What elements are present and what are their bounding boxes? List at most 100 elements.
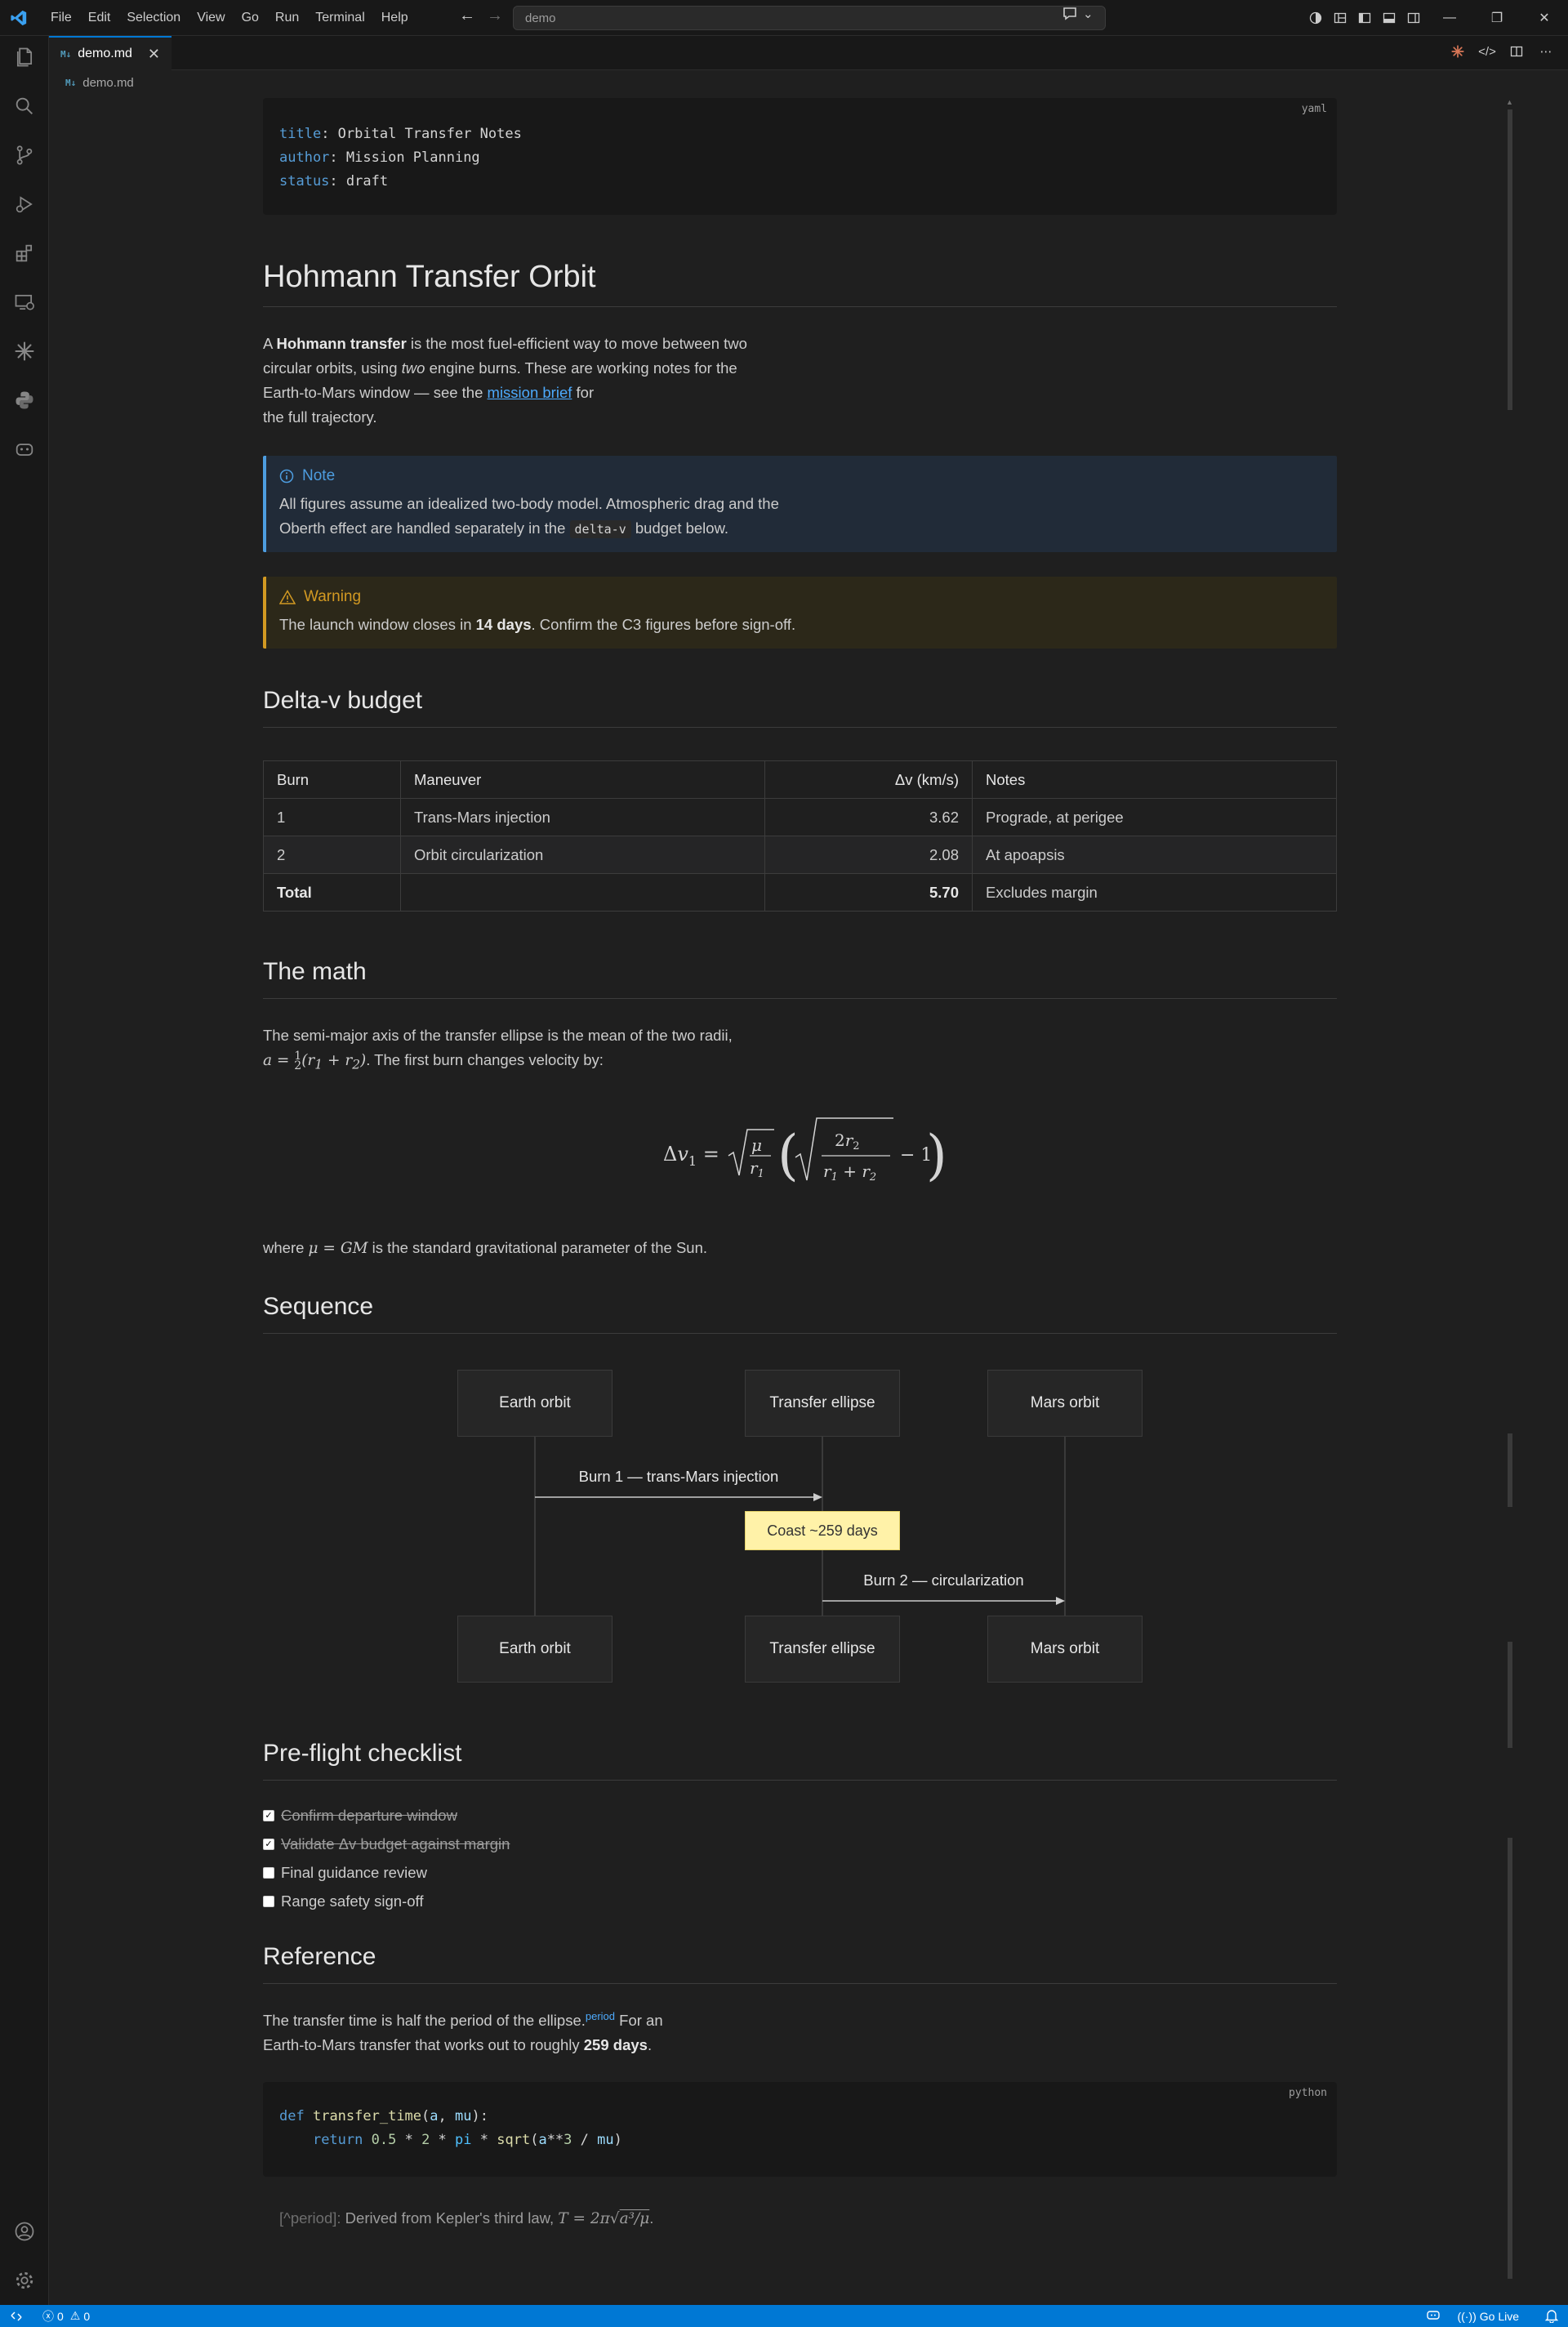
table-cell <box>400 873 765 912</box>
copilot-status-icon[interactable] <box>1426 2309 1441 2323</box>
warning-body: The launch window closes in 14 days. Con… <box>279 616 796 633</box>
close-window-icon[interactable]: ✕ <box>1521 0 1568 36</box>
checklist-label: Final guidance review <box>281 1864 427 1882</box>
delta-v-equation: Δv1 = μ r1 ( 2r2 r1 + r2 − 1 ) <box>263 1090 1337 1213</box>
back-arrow-icon[interactable]: ← <box>459 7 475 25</box>
menu-file[interactable]: File <box>42 7 80 29</box>
breadcrumb-file[interactable]: demo.md <box>82 76 134 90</box>
message-burn-2: Burn 2 — circularization <box>863 1571 1024 1589</box>
frontmatter-block: yaml title: Orbital Transfer Notes autho… <box>263 98 1337 215</box>
checklist-item: ✓ Validate Δv budget against margin <box>263 1830 1337 1859</box>
code-line: return 0.5 * 2 * pi * sqrt(a**3 / mu) <box>312 2131 622 2148</box>
scroll-marker <box>1508 1433 1512 1507</box>
warning-count: 0 <box>83 2309 91 2323</box>
search-icon[interactable] <box>11 93 38 119</box>
problems-indicator[interactable]: ⓧ 0 ⚠ 0 <box>42 2308 90 2325</box>
bell-icon[interactable] <box>1544 2308 1559 2325</box>
participant-mars-orbit-bottom: Mars orbit <box>987 1615 1143 1683</box>
claude-spark-action-icon[interactable] <box>1449 42 1467 60</box>
note-body: All figures assume an idealized two-body… <box>279 495 779 538</box>
toggle-panel-icon[interactable] <box>1377 6 1401 30</box>
note-title: Note <box>302 467 336 484</box>
close-icon[interactable]: ✕ <box>148 46 160 63</box>
warning-icon <box>279 590 296 604</box>
table-cell: 2 <box>263 836 401 874</box>
claude-spark-icon[interactable] <box>11 338 38 364</box>
python-icon[interactable] <box>11 387 38 413</box>
scroll-marker <box>1508 1642 1512 1748</box>
table-cell: 5.70 <box>764 873 973 912</box>
menu-help[interactable]: Help <box>373 7 416 29</box>
heading-delta-v: Delta-v budget <box>263 684 1337 728</box>
table-cell: Excludes margin <box>972 873 1337 912</box>
remote-explorer-icon[interactable] <box>11 289 38 315</box>
checklist-label: Confirm departure window <box>281 1807 457 1825</box>
markdown-preview: yaml title: Orbital Transfer Notes autho… <box>49 91 1535 2305</box>
preview-content: yaml title: Orbital Transfer Notes autho… <box>263 91 1337 2231</box>
svg-text:r1 + r2: r1 + r2 <box>823 1161 876 1184</box>
checkbox-unchecked[interactable] <box>263 1867 274 1879</box>
restore-icon[interactable]: ❐ <box>1473 0 1521 36</box>
python-code-block: python def transfer_time(a, mu): return … <box>263 2081 1337 2177</box>
menu-selection[interactable]: Selection <box>118 7 189 29</box>
sequence-diagram: Earth orbit Transfer ellipse Mars orbit … <box>263 1334 1337 1726</box>
accounts-shield-icon[interactable] <box>1303 6 1328 30</box>
semi-major-axis-formula: a = 1 2(r1 + r2) <box>263 1050 367 1072</box>
tab-demo-md[interactable]: M↓ demo.md ✕ <box>49 36 172 70</box>
table-cell: Total <box>263 873 401 912</box>
footnote-ref-link[interactable]: period <box>586 2010 615 2022</box>
breadcrumb: M↓ demo.md <box>65 74 134 91</box>
vertical-scrollbar[interactable]: ▲ <box>1506 98 1516 2295</box>
scroll-marker <box>1508 1838 1512 2279</box>
open-source-icon[interactable]: </> <box>1478 42 1496 60</box>
table-cell: 1 <box>263 798 401 836</box>
explorer-icon[interactable] <box>11 44 38 70</box>
participant-mars-orbit: Mars orbit <box>987 1369 1143 1437</box>
gear-icon[interactable] <box>11 2267 38 2294</box>
menu-go[interactable]: Go <box>234 7 267 29</box>
scroll-up-icon[interactable]: ▲ <box>1506 98 1516 106</box>
more-actions-icon[interactable]: ⋯ <box>1537 42 1555 60</box>
run-debug-icon[interactable] <box>11 191 38 217</box>
menu-run[interactable]: Run <box>267 7 307 29</box>
inline-code: delta-v <box>569 520 631 538</box>
heading-sequence: Sequence <box>263 1291 1337 1334</box>
chevron-down-icon: ⌄ <box>1083 7 1094 21</box>
menu-edit[interactable]: Edit <box>80 7 119 29</box>
checkbox-checked[interactable]: ✓ <box>263 1810 274 1822</box>
checkbox-checked[interactable]: ✓ <box>263 1839 274 1851</box>
code-lang-label: python <box>1289 2086 1327 2099</box>
menu-view[interactable]: View <box>189 7 233 29</box>
command-center-search[interactable]: demo <box>513 6 1106 30</box>
account-icon[interactable] <box>11 2218 38 2245</box>
menu-terminal[interactable]: Terminal <box>307 7 372 29</box>
toggle-primary-sidebar-icon[interactable] <box>1352 6 1377 30</box>
checklist-item: Final guidance review <box>263 1859 1337 1888</box>
toggle-secondary-sidebar-icon[interactable] <box>1401 6 1426 30</box>
chat-button[interactable]: ⌄ <box>1062 7 1094 21</box>
activity-bar <box>0 36 49 2305</box>
forward-arrow-icon[interactable]: → <box>487 7 503 25</box>
go-live-button[interactable]: ((·)) Go Live <box>1457 2310 1519 2323</box>
search-text: demo <box>525 11 556 25</box>
source-control-icon[interactable] <box>11 142 38 168</box>
participant-earth-orbit: Earth orbit <box>457 1369 612 1437</box>
table-cell: 3.62 <box>764 798 973 836</box>
footnote-label: [^period]: <box>279 2209 341 2227</box>
page-title: Hohmann Transfer Orbit <box>263 257 1337 307</box>
error-count: 0 <box>57 2309 64 2323</box>
table-row: 1 Trans-Mars injection 3.62 Prograde, at… <box>263 798 1337 836</box>
customize-layout-icon[interactable] <box>1328 6 1352 30</box>
remote-indicator-icon[interactable] <box>0 2305 33 2327</box>
intro-paragraph: A Hohmann transfer is the most fuel-effi… <box>263 335 747 426</box>
go-live-label: Go Live <box>1479 2309 1519 2323</box>
footnote: [^period]: Derived from Kepler's third l… <box>279 2209 654 2227</box>
checkbox-unchecked[interactable] <box>263 1896 274 1908</box>
copilot-icon[interactable] <box>11 436 38 462</box>
minimize-icon[interactable]: — <box>1426 0 1473 36</box>
extensions-icon[interactable] <box>11 240 38 266</box>
svg-text:r1: r1 <box>750 1158 764 1180</box>
split-editor-icon[interactable] <box>1508 42 1526 60</box>
scroll-thumb[interactable] <box>1508 109 1512 410</box>
mission-brief-link[interactable]: mission brief <box>488 384 572 401</box>
